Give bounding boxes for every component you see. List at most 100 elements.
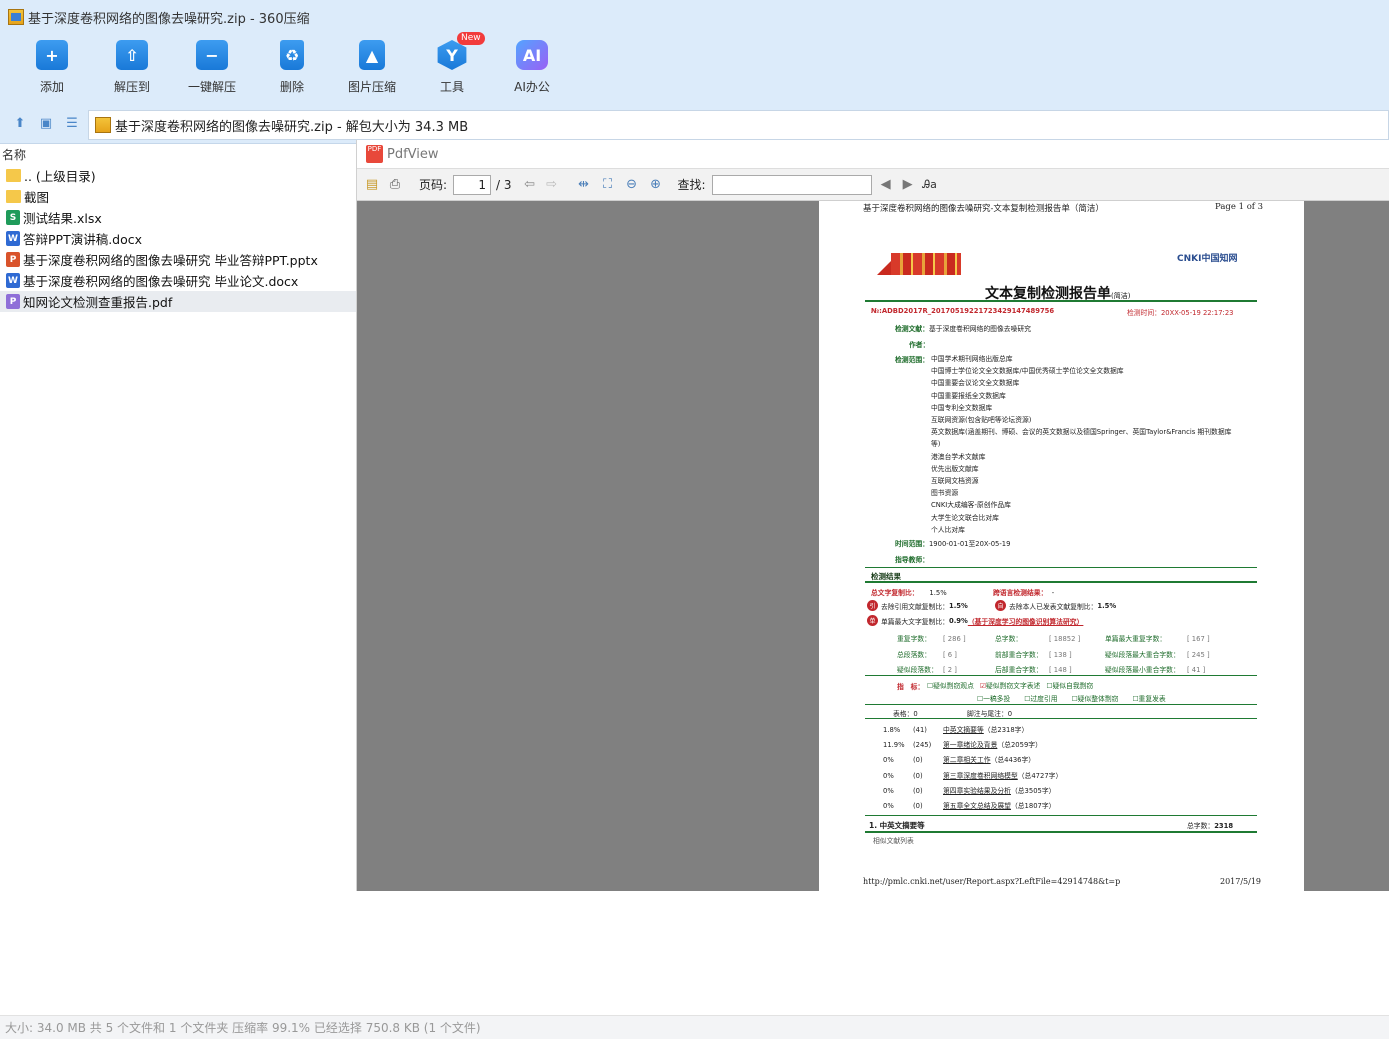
zoom-in-icon[interactable]: ⊕ (648, 177, 664, 193)
list-item-pptx[interactable]: P 基于深度卷积网络的图像去噪研究 毕业答辩PPT.pptx (0, 249, 356, 270)
list-item-xlsx[interactable]: S 测试结果.xlsx (0, 207, 356, 228)
section-row[interactable]: 0% (0) 第四章实验结果及分析 （总3505字） (883, 784, 1203, 799)
single-source-link[interactable]: （基于深度学习的图像识别算法研究） (968, 616, 1084, 626)
amlc-logo (877, 253, 961, 275)
report-number: №:ADBD2017R_20170519221723429147489756 (871, 307, 1055, 315)
report-title-sub: (简洁) (1111, 292, 1131, 300)
stat-value: [ 138 ] (1049, 650, 1072, 659)
print-icon[interactable]: ⎙ (387, 177, 403, 193)
title-bar: 基于深度卷积网络的图像去噪研究.zip - 360压缩 (0, 0, 1389, 34)
pdf-toolbar: ▤ ⎙ 页码: 1 / 3 ⇦ ⇨ ⇹ ⛶ ⊖ ⊕ 查找: ◀ ▶ Ꭿa (357, 169, 1389, 201)
section-pct: 1.8% (883, 726, 901, 734)
extract-to-button[interactable]: ⇧ 解压到 (92, 34, 172, 106)
page-footer-url: http://pmlc.cnki.net/user/Report.aspx?Le… (863, 877, 1121, 886)
list-item-docx[interactable]: W 答辩PPT演讲稿.docx (0, 228, 356, 249)
range-item: 中国重要会议论文全文数据库 (931, 379, 1020, 388)
section-row[interactable]: 11.9% (245) 第一章绪论及背景 （总2059字） (883, 738, 1203, 753)
tools-button[interactable]: Y New 工具 (412, 32, 492, 106)
self-ratio-icon: 自 (995, 600, 1006, 611)
list-item-screenshot-folder[interactable]: 截图 (0, 186, 356, 207)
section-name: 第一章绪论及背景 (943, 741, 998, 750)
page-number-input[interactable]: 1 (453, 174, 492, 195)
find-prev-icon[interactable]: ◀ (878, 177, 894, 193)
pdf-page-area[interactable]: 基于深度卷积网络的图像去噪研究-文本复制检测报告单（简洁） Page 1 of … (357, 201, 1389, 891)
range-item: 互联网资源(包含贴吧等论坛资源) (931, 416, 1032, 425)
section-count: (245) (913, 741, 932, 750)
prev-page-icon[interactable]: ⇦ (522, 177, 538, 193)
stat-value: [ 18852 ] (1049, 635, 1081, 643)
section-pct: 0% (883, 786, 894, 795)
address-bar: ⬆ ▣ ☰ 基于深度卷积网络的图像去噪研究.zip - 解包大小为 34.3 M… (0, 106, 1389, 144)
new-badge: New (457, 32, 485, 45)
list-view-icon[interactable]: ☰ (64, 116, 80, 132)
list-item-thesis-docx[interactable]: W 基于深度卷积网络的图像去噪研究 毕业论文.docx (0, 270, 356, 291)
total-ratio-label: 总文字复制比： (871, 589, 919, 597)
section-count: (0) (913, 756, 923, 765)
stat-key: 前部重合字数： (995, 650, 1043, 659)
section-name: 第二章相关工作 (943, 756, 991, 765)
up-arrow-icon[interactable]: ⬆ (12, 116, 28, 132)
part-total-label: 总字数： (1187, 822, 1215, 830)
indicator-label: 指 标： (897, 683, 925, 691)
column-header-name[interactable]: 名称 (0, 145, 356, 165)
list-item-parent-dir[interactable]: .. (上级目录) (0, 165, 356, 186)
time-range-value: 1900-01-01至20X-05-19 (928, 540, 1011, 548)
file-name: 截图 (24, 190, 50, 205)
find-next-icon[interactable]: ▶ (900, 177, 916, 193)
ai-office-button[interactable]: AI AI办公 (492, 34, 572, 106)
cnki-logo: CNKI中国知网 (1177, 254, 1238, 264)
stats-grid: 重复字数： [ 286 ] 总字数： [ 18852 ] 单篇最大重复字数： [ 16… (897, 632, 1257, 679)
total-ratio-value: 1.5% (929, 589, 947, 597)
stat-key: 重复字数： (897, 635, 931, 643)
author-label: 作者： (909, 341, 930, 349)
indicator-item: ☐过度引用 (1024, 695, 1058, 703)
fit-page-icon[interactable]: ⛶ (600, 177, 616, 193)
open-icon[interactable]: ▤ (364, 177, 380, 193)
add-button[interactable]: + 添加 (12, 34, 92, 106)
section-row[interactable]: 0% (0) 第二章相关工作 （总4436字） (883, 753, 1203, 768)
range-item: 港澳台学术文献库 (931, 452, 986, 461)
find-input[interactable] (711, 174, 872, 195)
section-total: （总3505字） (1010, 786, 1056, 795)
ai-office-label: AI办公 (514, 80, 550, 94)
delete-button[interactable]: ♻ 删除 (252, 34, 332, 106)
range-label: 检测范围： (895, 356, 929, 364)
section-row[interactable]: 0% (0) 第三章深度卷积网络模型 （总4727字） (883, 769, 1203, 784)
indicator-text: 疑似剽窃文字表述 (985, 682, 1041, 690)
indicator-item: ☐重复发表 (1132, 695, 1166, 703)
section-pct: 0% (883, 756, 894, 765)
one-click-extract-button[interactable]: − 一键解压 (172, 34, 252, 106)
indicator-item-checked: ☑疑似剽窃文字表述 (979, 682, 1041, 690)
window-title: 基于深度卷积网络的图像去噪研究.zip - 360压缩 (28, 11, 310, 27)
range-item: 优先出版文献库 (931, 464, 979, 473)
thumbnail-view-icon[interactable]: ▣ (38, 116, 54, 132)
quote-ratio-icon: 引 (867, 600, 878, 611)
zoom-out-icon[interactable]: ⊖ (624, 177, 640, 193)
fit-width-icon[interactable]: ⇹ (576, 177, 592, 193)
quote-ratio-label: 去除引用文献复制比： (881, 602, 949, 611)
list-item-pdf[interactable]: P 知网论文检测查重报告.pdf (0, 291, 356, 312)
section-count: (41) (913, 726, 927, 734)
file-name: .. (上级目录) (24, 169, 96, 184)
stat-value: [ 286 ] (943, 635, 966, 643)
match-case-icon[interactable]: Ꭿa (922, 177, 938, 193)
next-page-icon[interactable]: ⇨ (544, 177, 560, 193)
page-footer-date: 2017/5/19 (1220, 877, 1262, 886)
tools-label: 工具 (439, 80, 464, 94)
range-item: 中国学术期刊网络出版总库 (931, 355, 1013, 363)
address-path[interactable]: 基于深度卷积网络的图像去噪研究.zip - 解包大小为 34.3 MB (88, 110, 1389, 140)
section-pct: 0% (883, 802, 894, 811)
indicator-text: 过度引用 (1030, 695, 1058, 703)
image-compress-button[interactable]: ▲ 图片压缩 (332, 34, 412, 106)
indicator-text: 重复发表 (1138, 695, 1166, 703)
pdf-app-icon: PDF (366, 145, 383, 163)
delete-label: 删除 (279, 80, 304, 94)
self-ratio-label: 去除本人已发表文献复制比： (1009, 602, 1098, 611)
section-total: （总4436字） (990, 756, 1036, 765)
section-row[interactable]: 1.8% (41) 中英文摘要等 （总2318字） (883, 723, 1203, 738)
section-count: (0) (913, 786, 923, 795)
image-compress-label: 图片压缩 (347, 80, 396, 94)
section-row[interactable]: 0% (0) 第五章全文总结及展望 （总1807字） (883, 799, 1203, 814)
file-name: 答辩PPT演讲稿.docx (23, 232, 143, 247)
indicator-box: 指 标： ☐疑似剽窃观点 ☑疑似剽窃文字表述 ☐疑似自我剽窃 ☐一稿多投 ☐过度… (865, 675, 1257, 705)
